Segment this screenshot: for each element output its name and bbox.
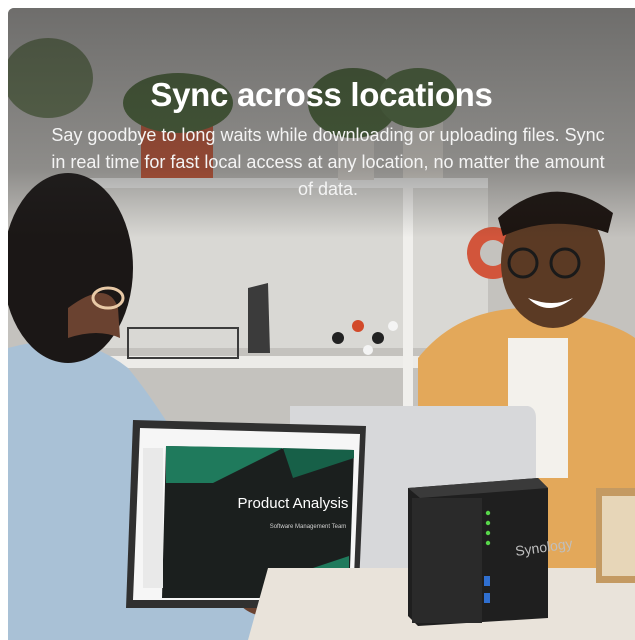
hero-banner: Product Analysis Software Management Tea… (8, 8, 635, 640)
slide-title: Product Analysis (238, 495, 349, 512)
slide-subtitle: Software Management Team (270, 524, 347, 530)
hero-subtitle: Say goodbye to long waits while download… (51, 125, 605, 199)
hero-title: Sync across locations (150, 76, 493, 113)
